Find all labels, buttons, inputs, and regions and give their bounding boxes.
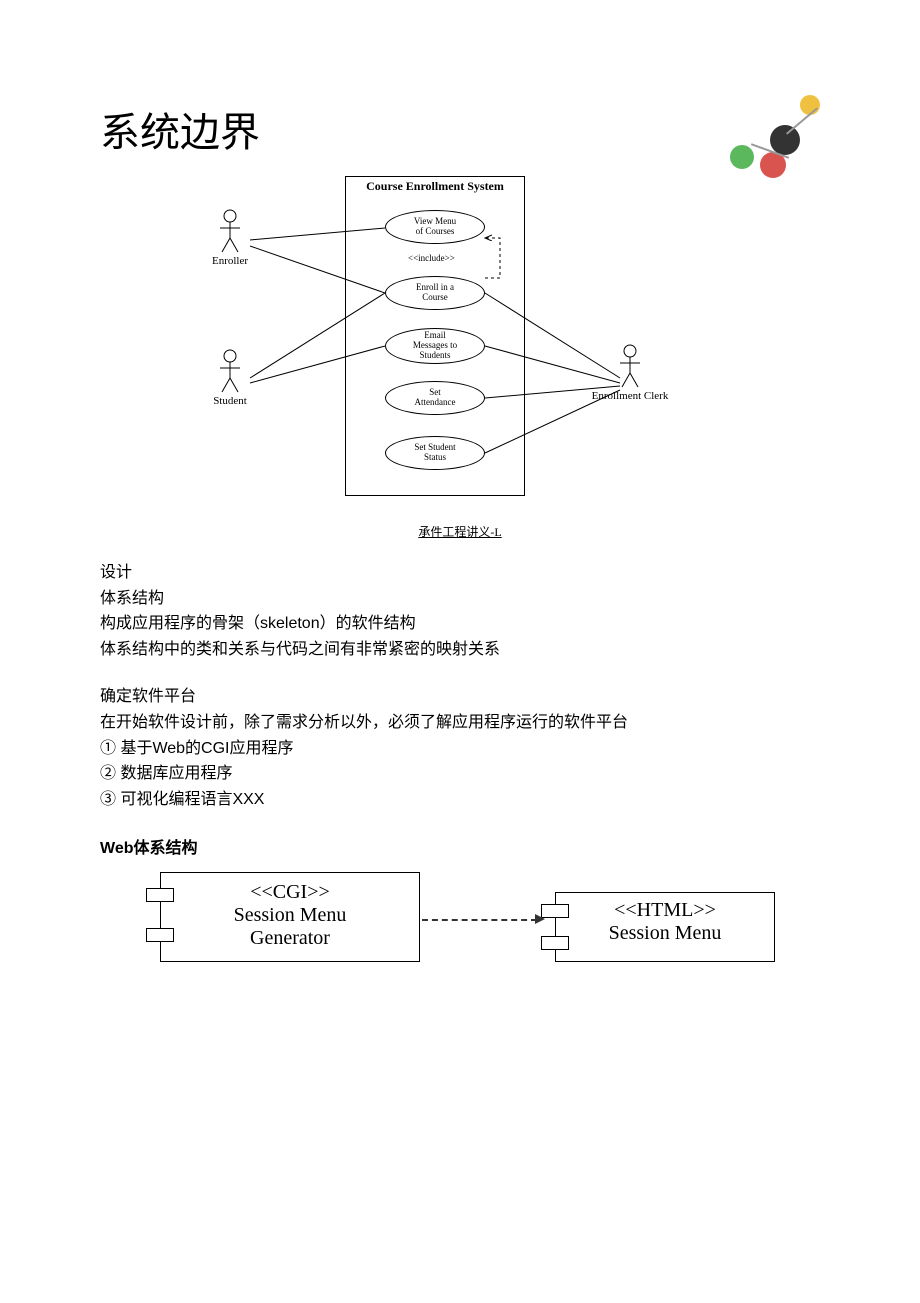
stick-figure-icon	[215, 348, 245, 393]
actor-label: Enrollment Clerk	[590, 390, 670, 402]
web-arch-heading: Web体系结构	[100, 834, 820, 858]
usecase-enroll: Enroll in aCourse	[385, 276, 485, 310]
component-name: Session MenuGenerator	[234, 904, 347, 949]
text-line: 体系结构	[100, 586, 820, 612]
component-port	[146, 888, 174, 902]
actor-enroller: Enroller	[200, 208, 260, 267]
atom-green	[730, 145, 754, 169]
dependency-arrow	[422, 919, 537, 921]
figure-caption: 承件工程讲义-L	[100, 523, 820, 540]
stick-figure-icon	[215, 208, 245, 253]
actor-label: Student	[200, 395, 260, 407]
component-name: Session Menu	[609, 922, 722, 944]
component-port	[541, 904, 569, 918]
body-text-block: 设计 体系结构 构成应用程序的骨架（skeleton）的软件结构 体系结构中的类…	[100, 560, 820, 812]
actor-clerk: Enrollment Clerk	[590, 343, 670, 402]
usecase-view: View Menuof Courses	[385, 210, 485, 244]
usecase-status: Set StudentStatus	[385, 436, 485, 470]
molecule-decoration	[720, 90, 850, 180]
include-stereotype: <<include>>	[408, 253, 455, 263]
list-item: ② 数据库应用程序	[100, 761, 820, 787]
text-line: 设计	[100, 560, 820, 586]
usecase-diagram: Course Enrollment System Enroller Studen…	[190, 168, 730, 498]
component-cgi: <<CGI>> Session MenuGenerator	[160, 872, 420, 962]
list-item: ③ 可视化编程语言XXX	[100, 787, 820, 813]
stereotype-label: <<HTML>>	[614, 899, 716, 921]
atom-dark	[770, 125, 800, 155]
text-line: 在开始软件设计前，除了需求分析以外，必须了解应用程序运行的软件平台	[100, 710, 820, 736]
text-line: 体系结构中的类和关系与代码之间有非常紧密的映射关系	[100, 637, 820, 663]
stereotype-label: <<CGI>>	[250, 881, 330, 903]
page-content: 系统边界 Course Enrollme	[100, 100, 820, 1024]
usecase-email: EmailMessages toStudents	[385, 328, 485, 364]
spacer	[100, 662, 820, 684]
system-title: Course Enrollment System	[346, 177, 524, 194]
component-html: <<HTML>> Session Menu	[555, 892, 775, 962]
list-item: ① 基于Web的CGI应用程序	[100, 736, 820, 762]
stick-figure-icon	[615, 343, 645, 388]
web-arch-diagram: <<CGI>> Session MenuGenerator <<HTML>> S…	[100, 864, 800, 1024]
actor-label: Enroller	[200, 255, 260, 267]
page-title: 系统边界	[100, 100, 820, 158]
text-line: 构成应用程序的骨架（skeleton）的软件结构	[100, 611, 820, 637]
component-port	[146, 928, 174, 942]
component-port	[541, 936, 569, 950]
actor-student: Student	[200, 348, 260, 407]
arrow-head-icon	[535, 914, 545, 924]
usecase-attendance: SetAttendance	[385, 381, 485, 415]
text-line: 确定软件平台	[100, 684, 820, 710]
